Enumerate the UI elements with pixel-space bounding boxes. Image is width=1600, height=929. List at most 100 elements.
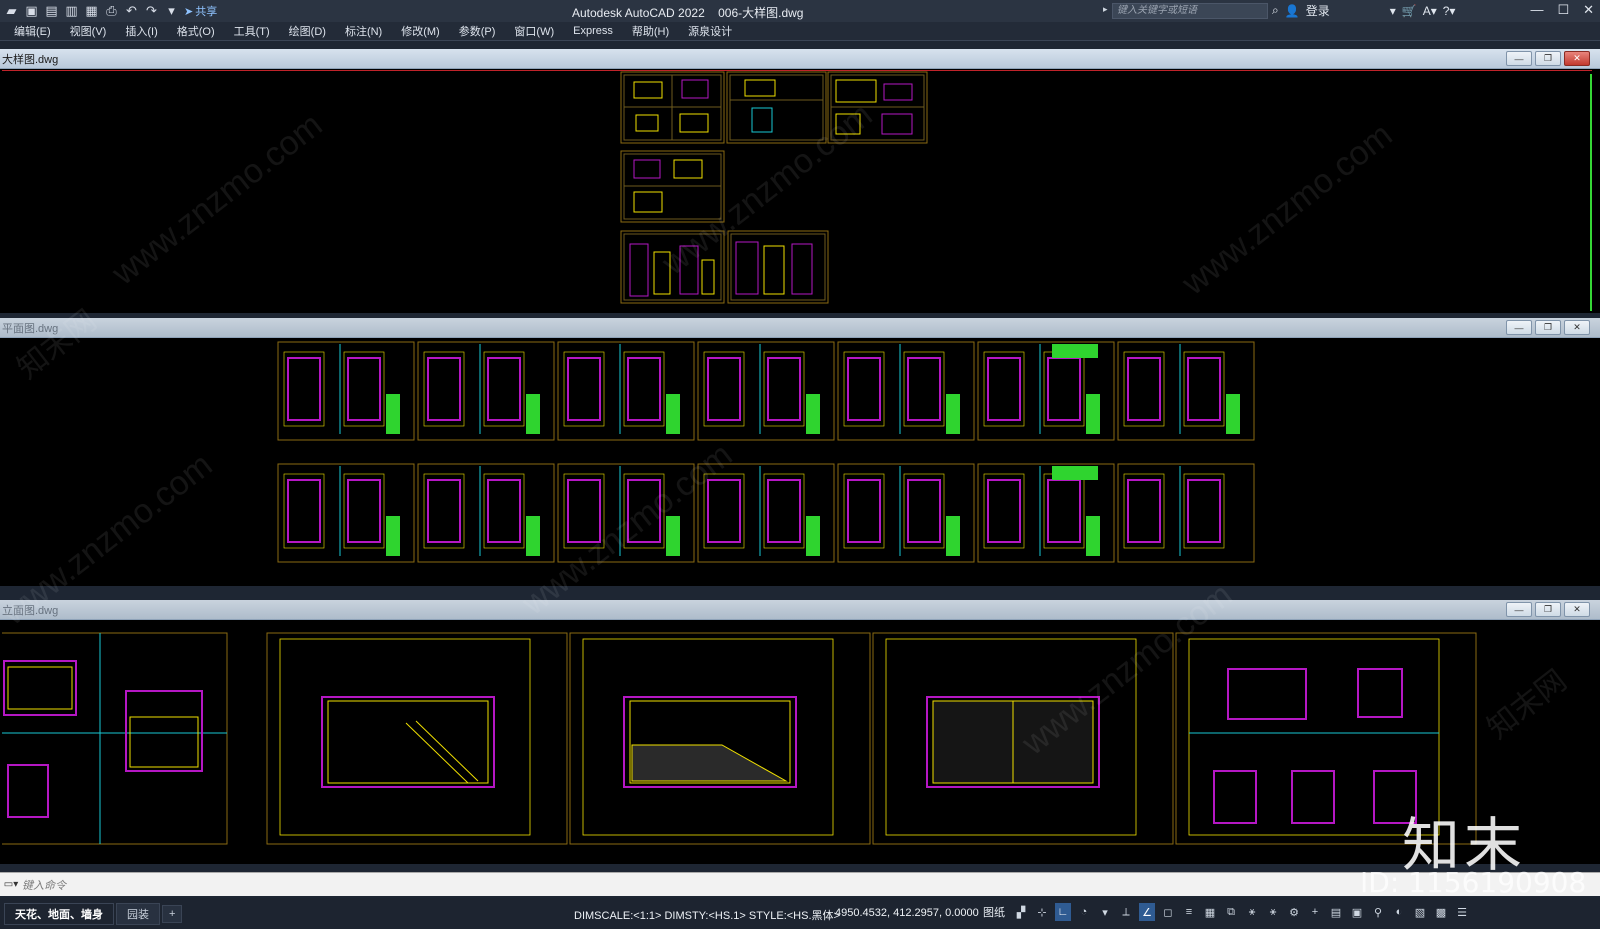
workspace-gear-icon[interactable]: ⚙	[1286, 903, 1302, 921]
elevation-sheet-3	[569, 632, 871, 845]
search-expand-icon[interactable]: ▸	[1103, 4, 1108, 15]
document-title-plan: 平面图.dwg	[2, 322, 59, 335]
doc-minimize-button[interactable]: —	[1506, 51, 1532, 66]
document-title-elevation: 立面图.dwg	[2, 604, 59, 617]
dropdown-icon[interactable]: ▾	[1097, 903, 1113, 921]
menu-window[interactable]: 窗口(W)	[514, 23, 564, 39]
transparency-icon[interactable]: ▦	[1202, 903, 1218, 921]
doc-restore-button[interactable]: ❐	[1535, 602, 1561, 617]
menu-modify[interactable]: 修改(M)	[401, 23, 450, 39]
redo-icon[interactable]: ↷	[142, 2, 161, 20]
object-snap-tracking-icon[interactable]: ∠	[1139, 903, 1155, 921]
menu-express[interactable]: Express	[573, 25, 623, 37]
cursor-coordinates[interactable]: 4950.4532, 412.2957, 0.0000	[835, 907, 979, 919]
annotation-monitor-icon[interactable]: +	[1307, 903, 1323, 921]
titlebar-right-tools: ⌕ 👤 登录 ▾ 🛒 A▾ ?▾	[1272, 2, 1455, 19]
object-snap-icon[interactable]: ◻	[1160, 903, 1176, 921]
command-input[interactable]: 键入命令	[22, 877, 66, 893]
lock-ui-icon[interactable]: ⚲	[1370, 903, 1386, 921]
menu-parametric[interactable]: 参数(P)	[459, 23, 506, 39]
dropdown-icon[interactable]: ▾	[1390, 4, 1396, 18]
plan-sheet	[697, 341, 835, 441]
help-icon[interactable]: ?▾	[1443, 4, 1456, 18]
document-tab-detail[interactable]: 大样图.dwg — ❐ ✕	[0, 49, 1600, 69]
selection-cycling-icon[interactable]: ⧉	[1223, 903, 1239, 921]
save-icon[interactable]: ▣	[22, 2, 41, 20]
doc-minimize-button[interactable]: —	[1506, 320, 1532, 335]
dimension-style-info: DIMSCALE:<1:1> DIMSTY:<HS.1> STYLE:<HS.黑…	[574, 910, 840, 922]
menu-draw[interactable]: 绘图(D)	[289, 23, 336, 39]
annotation-scale-icon[interactable]: ⚹	[1265, 903, 1281, 921]
layout-tab-ceiling[interactable]: 天花、地面、墙身	[4, 902, 114, 925]
menu-help[interactable]: 帮助(H)	[632, 23, 679, 39]
user-icon[interactable]: 👤	[1285, 4, 1300, 18]
maximize-icon[interactable]: ☐	[1557, 2, 1569, 18]
window-controls: — ☐ ✕	[1530, 2, 1594, 18]
menu-yuanquan[interactable]: 源泉设计	[688, 23, 742, 39]
share-button[interactable]: ➤ 共享	[184, 3, 217, 19]
plan-sheet	[557, 463, 695, 563]
document-window-plan: 平面图.dwg — ❐ ✕	[0, 318, 1600, 586]
menu-view[interactable]: 视图(V)	[70, 23, 117, 39]
close-icon[interactable]: ✕	[1583, 2, 1594, 18]
export-icon[interactable]: ▦	[82, 2, 101, 20]
command-history-icon[interactable]: ▭▾	[0, 879, 22, 890]
id-watermark: ID: 1156190908	[1360, 866, 1587, 899]
clean-screen-icon[interactable]: ▩	[1433, 903, 1449, 921]
plan-sheet	[977, 463, 1115, 563]
add-layout-button[interactable]: +	[162, 904, 183, 923]
open-icon[interactable]: ▰	[2, 2, 21, 20]
doc-close-button[interactable]: ✕	[1564, 320, 1590, 335]
cart-icon[interactable]: 🛒	[1402, 4, 1417, 18]
search-input[interactable]: 键入关键字或短语	[1112, 3, 1268, 19]
doc-restore-button[interactable]: ❐	[1535, 51, 1561, 66]
elevation-drawings	[2, 632, 1477, 845]
units-icon[interactable]: ▤	[1328, 903, 1344, 921]
graphics-performance-icon[interactable]: ▧	[1412, 903, 1428, 921]
customization-icon[interactable]: ☰	[1454, 903, 1470, 921]
menu-tools[interactable]: 工具(T)	[234, 23, 280, 39]
grid-icon[interactable]: ▞	[1013, 903, 1029, 921]
plan-sheet	[417, 341, 555, 441]
menu-bar: 编辑(E) 视图(V) 插入(I) 格式(O) 工具(T) 绘图(D) 标注(N…	[0, 22, 1600, 41]
menu-format[interactable]: 格式(O)	[177, 23, 225, 39]
plan-sheet	[837, 341, 975, 441]
doc-close-button[interactable]: ✕	[1564, 51, 1590, 66]
drawing-canvas-elevation[interactable]	[2, 621, 1592, 864]
login-link[interactable]: 登录	[1306, 2, 1330, 19]
snap-icon[interactable]: ⊹	[1034, 903, 1050, 921]
drawing-canvas-detail[interactable]	[2, 70, 1592, 313]
plan-sheet	[277, 463, 415, 563]
menu-edit[interactable]: 编辑(E)	[14, 23, 61, 39]
document-tab-elevation[interactable]: 立面图.dwg — ❐ ✕	[0, 600, 1600, 620]
quick-properties-icon[interactable]: ▣	[1349, 903, 1365, 921]
polar-icon[interactable]: ◔	[1076, 903, 1092, 921]
drawing-canvas-plan[interactable]	[2, 339, 1592, 586]
search-icon[interactable]: ⌕	[1272, 3, 1279, 18]
doc-close-button[interactable]: ✕	[1564, 602, 1590, 617]
paper-space-toggle[interactable]: 图纸	[980, 904, 1008, 920]
publish-icon[interactable]: ▥	[62, 2, 81, 20]
plan-sheet	[557, 341, 695, 441]
menu-dimension[interactable]: 标注(N)	[345, 23, 392, 39]
document-tab-plan[interactable]: 平面图.dwg — ❐ ✕	[0, 318, 1600, 338]
undo-icon[interactable]: ↶	[122, 2, 141, 20]
doc-restore-button[interactable]: ❐	[1535, 320, 1561, 335]
document-title-detail: 大样图.dwg	[2, 53, 59, 66]
document-title: 006-大样图.dwg	[718, 6, 804, 20]
autodesk-account-icon[interactable]: A▾	[1423, 4, 1437, 18]
save-as-icon[interactable]: ▤	[42, 2, 61, 20]
plan-sheet	[837, 463, 975, 563]
doc-minimize-button[interactable]: —	[1506, 602, 1532, 617]
layout-tab-garden[interactable]: 园装	[116, 902, 160, 925]
document-controls: — ❐ ✕	[1506, 320, 1590, 335]
menu-insert[interactable]: 插入(I)	[125, 23, 167, 39]
plot-icon[interactable]: ⎙	[102, 2, 121, 20]
isolate-objects-icon[interactable]: ◐	[1391, 903, 1407, 921]
isodraft-icon[interactable]: ⟂	[1118, 903, 1134, 921]
lineweight-icon[interactable]: ≡	[1181, 903, 1197, 921]
customize-qat-icon[interactable]: ▾	[162, 2, 181, 20]
minimize-icon[interactable]: —	[1530, 2, 1543, 18]
ortho-icon[interactable]: ∟	[1055, 903, 1071, 921]
annotation-visibility-icon[interactable]: ⚹	[1244, 903, 1260, 921]
